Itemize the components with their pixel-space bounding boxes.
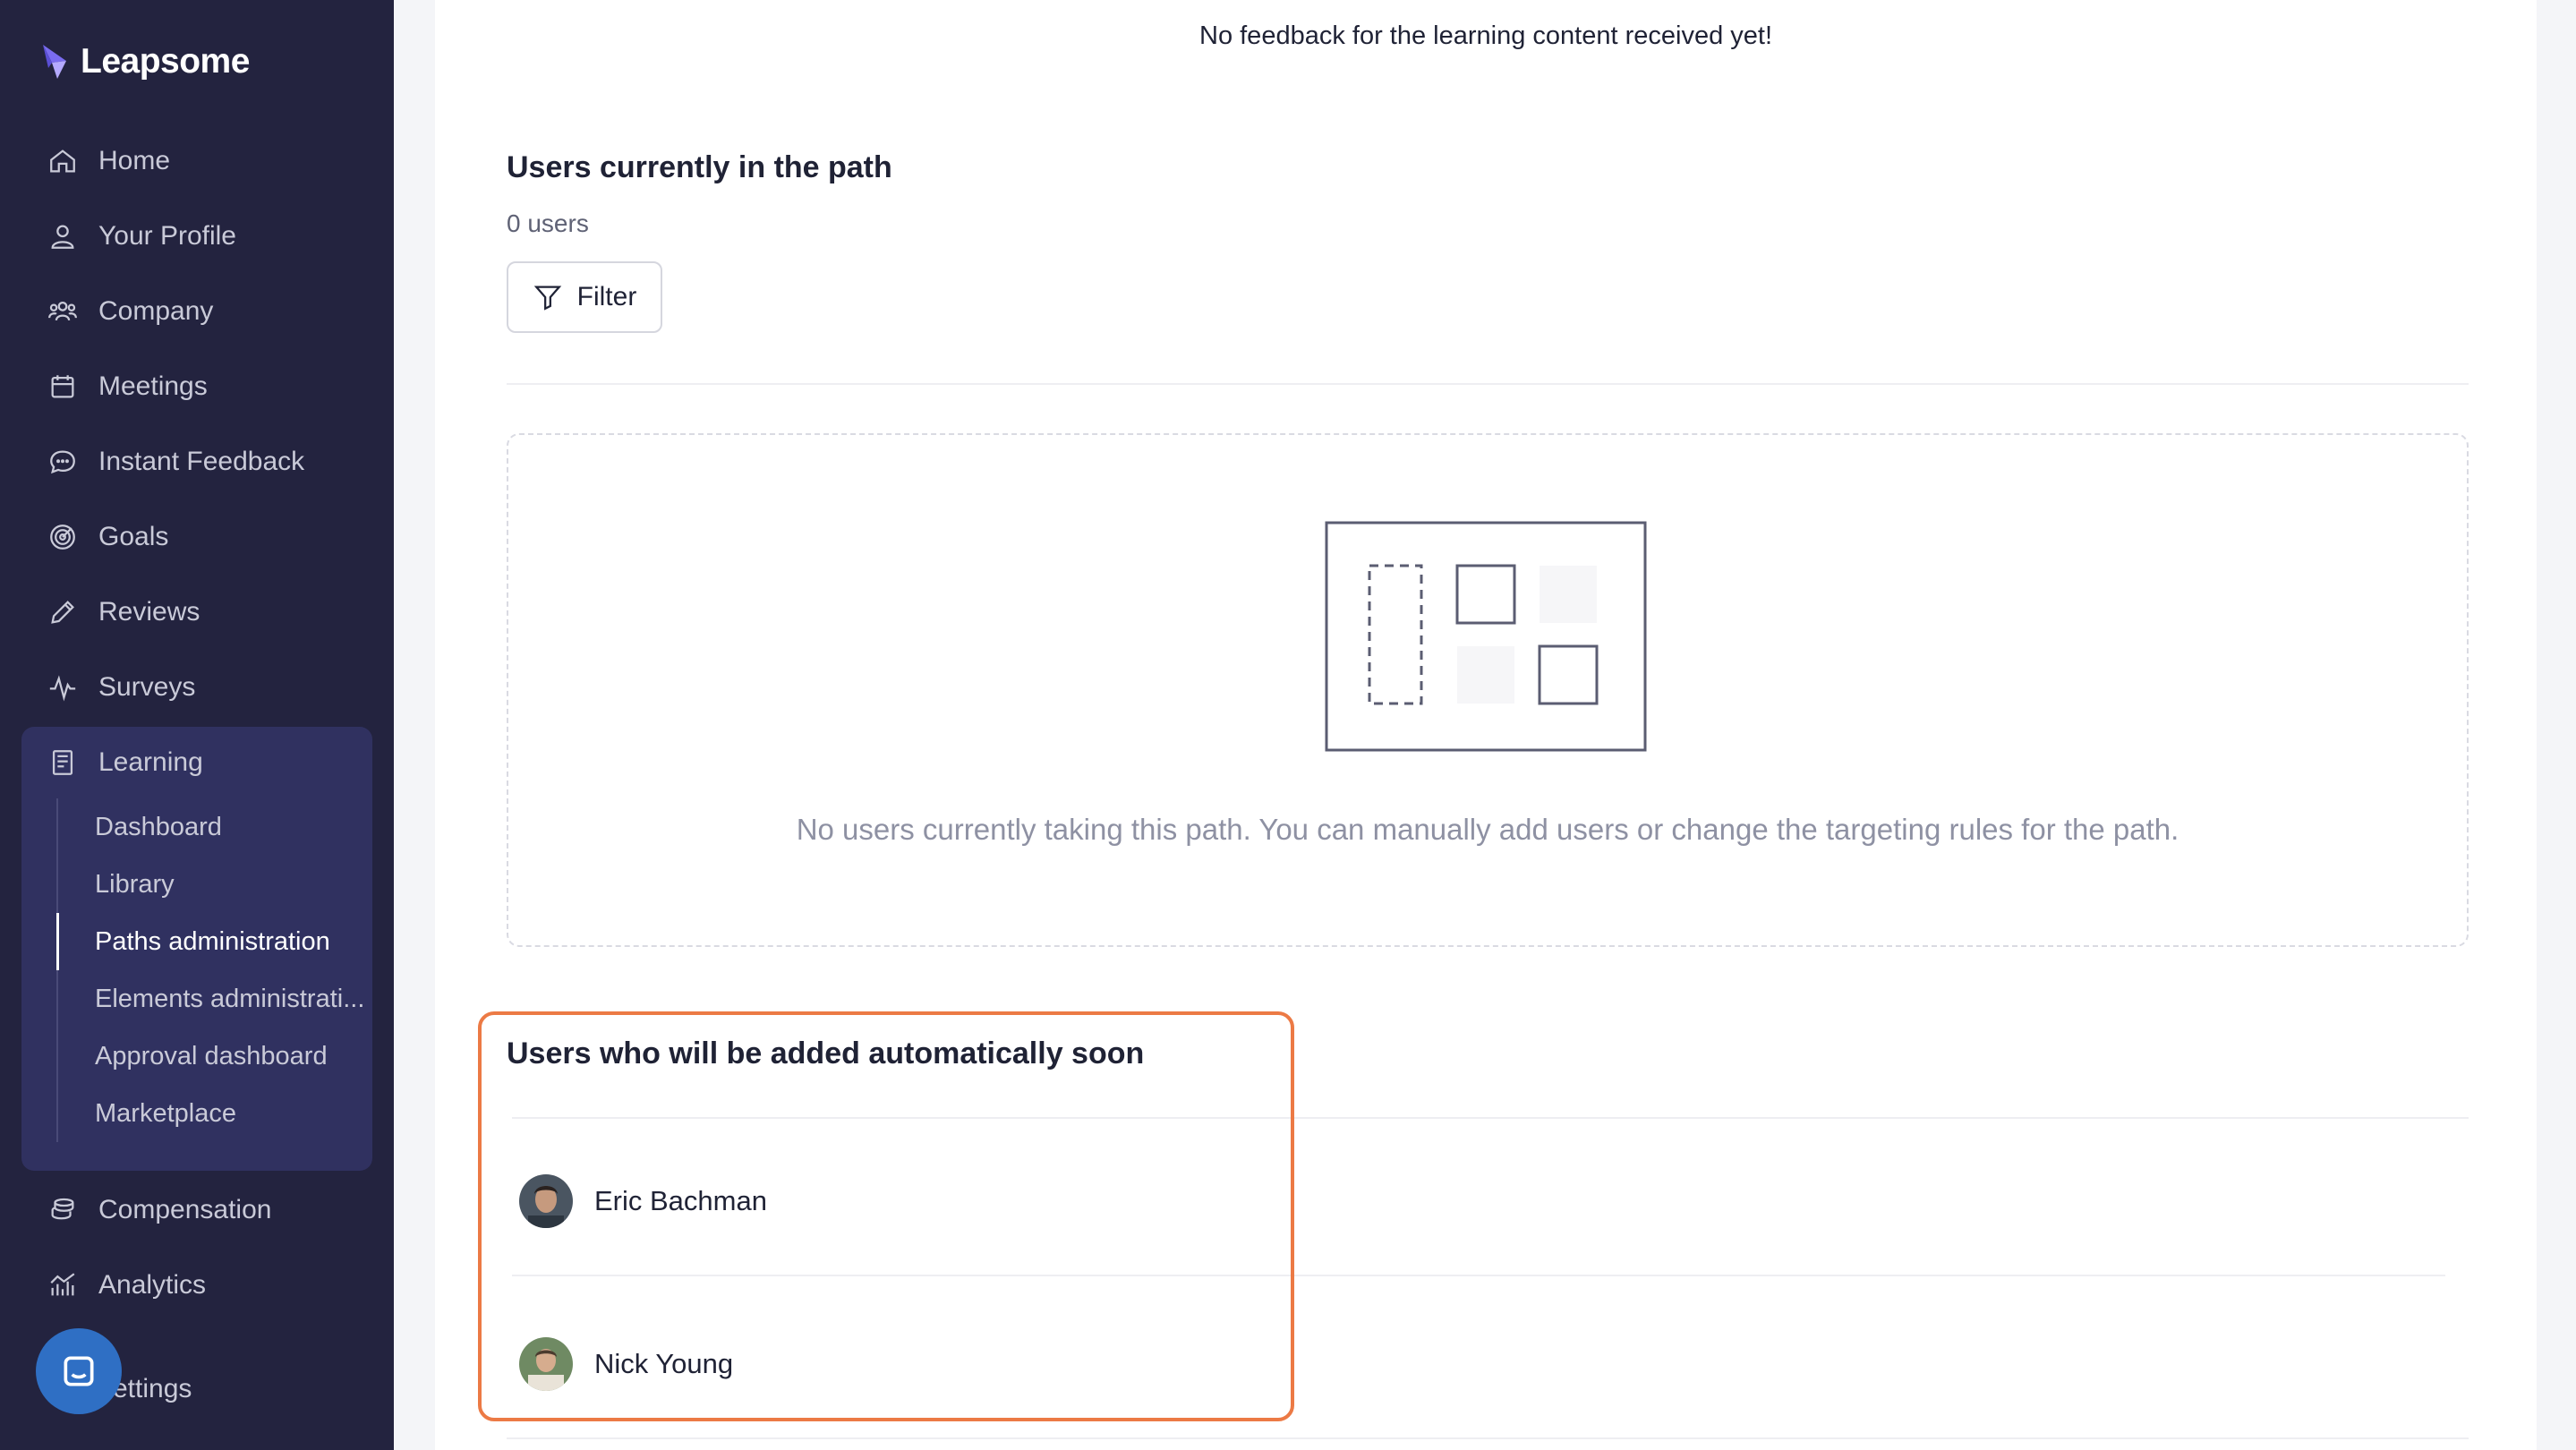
user-row[interactable]: Nick Young: [519, 1335, 733, 1393]
sidebar-subitem-label: Approval dashboard: [95, 1041, 328, 1070]
chat-icon: [64, 1356, 94, 1386]
feedback-empty-message: No feedback for the learning content rec…: [1199, 21, 1772, 50]
sidebar-item-label: Home: [98, 146, 171, 175]
chat-support-button[interactable]: [36, 1328, 122, 1414]
sidebar-subitem-label: Library: [95, 869, 175, 899]
sidebar-item-analytics[interactable]: Analytics: [47, 1258, 206, 1312]
upcoming-users-title: Users who will be added automatically so…: [507, 1036, 1145, 1070]
filter-icon: [533, 286, 561, 311]
sidebar-item-company[interactable]: Company: [47, 285, 213, 338]
sidebar-item-label: Learning: [98, 747, 203, 777]
user-name: Eric Bachman: [594, 1185, 767, 1216]
row-divider: [507, 1437, 2469, 1439]
submenu-active-indicator: [56, 913, 59, 970]
sidebar-item-surveys[interactable]: Surveys: [47, 661, 195, 714]
sidebar-item-label: Analytics: [98, 1270, 207, 1300]
sidebar-item-meetings[interactable]: Meetings: [47, 360, 208, 414]
book-icon: [47, 746, 79, 779]
sidebar-item-label: Compensation: [98, 1195, 272, 1224]
filter-label: Filter: [576, 282, 637, 311]
sidebar-subitem-elements-administration[interactable]: Elements administrati...: [95, 972, 364, 1026]
sidebar-item-label: Reviews: [98, 597, 200, 627]
row-divider: [512, 1117, 2469, 1119]
sidebar-item-goals[interactable]: Goals: [47, 510, 168, 564]
chart-icon: [47, 1269, 79, 1301]
user-name: Nick Young: [594, 1348, 734, 1379]
avatar: [519, 1337, 573, 1391]
sidebar-item-reviews[interactable]: Reviews: [47, 585, 200, 639]
leapsome-logo-icon: [43, 45, 66, 79]
user-icon: [47, 220, 79, 252]
sidebar-subitem-marketplace[interactable]: Marketplace: [95, 1087, 236, 1140]
pulse-icon: [47, 671, 79, 704]
target-icon: [47, 521, 79, 553]
section-divider: [507, 383, 2469, 385]
sidebar-item-learning[interactable]: Learning: [47, 736, 203, 789]
sidebar-item-label: Meetings: [98, 371, 208, 401]
sidebar-item-your-profile[interactable]: Your Profile: [47, 209, 236, 263]
sidebar-subitem-library[interactable]: Library: [95, 857, 175, 911]
sidebar-item-label: ettings: [113, 1374, 192, 1403]
empty-state-message: No users currently taking this path. You…: [796, 813, 2179, 846]
users-count: 0 users: [507, 209, 589, 237]
current-users-title: Users currently in the path: [507, 150, 892, 184]
sidebar-item-label: Company: [98, 296, 214, 326]
sidebar-subitem-label: Elements administrati...: [95, 984, 365, 1013]
submenu-line: [56, 798, 58, 1142]
user-row[interactable]: Eric Bachman: [519, 1173, 767, 1230]
sidebar-item-instant-feedback[interactable]: Instant Feedback: [47, 435, 304, 489]
empty-state-illustration: [1325, 521, 1647, 752]
coins-icon: [47, 1194, 79, 1226]
chat-bubble-icon: [47, 446, 79, 478]
sidebar-item-home[interactable]: Home: [47, 134, 170, 188]
sidebar-subitem-approval-dashboard[interactable]: Approval dashboard: [95, 1029, 328, 1083]
sidebar-item-compensation[interactable]: Compensation: [47, 1183, 271, 1237]
sidebar-item-label: Goals: [98, 522, 169, 551]
sidebar-item-label: Surveys: [98, 672, 196, 702]
sidebar-subitem-dashboard[interactable]: Dashboard: [95, 800, 222, 854]
sidebar: Leapsome Home Your Profile Company Meeti…: [0, 0, 394, 1450]
sidebar-subitem-paths-administration[interactable]: Paths administration: [95, 915, 330, 968]
users-icon: [47, 295, 79, 328]
pencil-icon: [47, 596, 79, 628]
sidebar-subitem-label: Marketplace: [95, 1098, 236, 1128]
leapsome-logo[interactable]: Leapsome: [39, 41, 250, 82]
main-panel: No feedback for the learning content rec…: [435, 0, 2537, 1450]
sidebar-item-label: Your Profile: [98, 221, 236, 251]
row-divider: [512, 1275, 2445, 1276]
home-icon: [47, 145, 79, 177]
sidebar-item-label: Instant Feedback: [98, 447, 305, 476]
sidebar-subitem-label: Paths administration: [95, 926, 330, 956]
brand-name: Leapsome: [81, 42, 250, 81]
avatar: [519, 1174, 573, 1228]
sidebar-subitem-label: Dashboard: [95, 812, 222, 841]
sidebar-item-settings[interactable]: ettings: [113, 1362, 192, 1416]
filter-button[interactable]: Filter: [507, 261, 662, 333]
calendar-icon: [47, 371, 79, 403]
